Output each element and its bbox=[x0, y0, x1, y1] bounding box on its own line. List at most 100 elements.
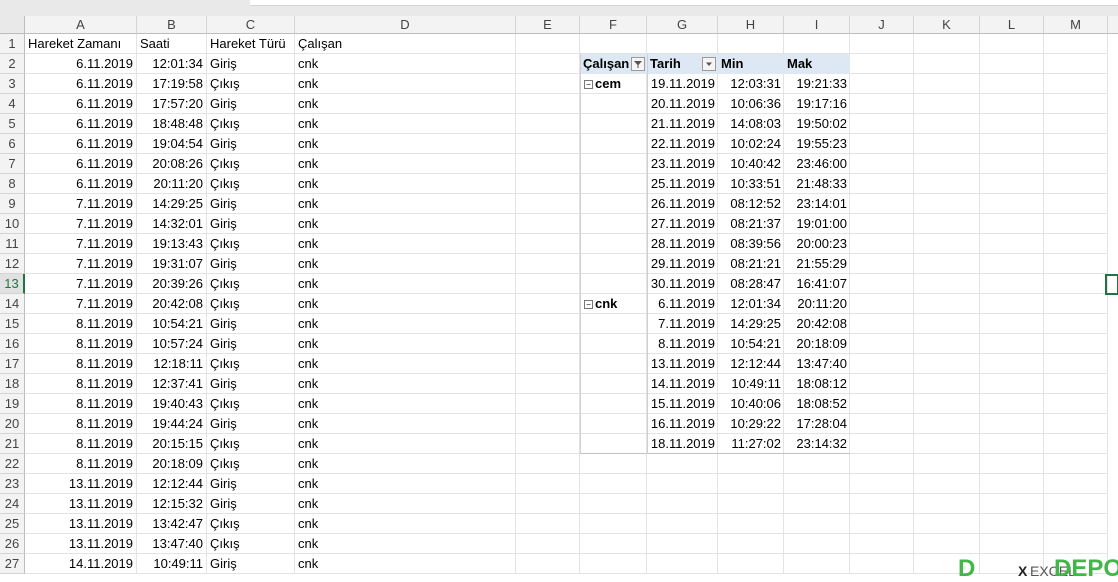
grid-cell[interactable] bbox=[914, 134, 980, 154]
table-cell[interactable]: 19:40:43 bbox=[137, 394, 207, 414]
grid-cell[interactable] bbox=[718, 34, 784, 54]
table-cell[interactable]: 7.11.2019 bbox=[25, 234, 137, 254]
grid-cell[interactable] bbox=[980, 134, 1044, 154]
table-cell[interactable]: 10:49:11 bbox=[137, 554, 207, 574]
table-cell[interactable]: Giriş bbox=[207, 214, 295, 234]
column-header-h[interactable]: H bbox=[718, 16, 784, 34]
grid-cell[interactable] bbox=[980, 314, 1044, 334]
grid-cell[interactable] bbox=[1044, 474, 1108, 494]
table-cell[interactable]: 20:18:09 bbox=[137, 454, 207, 474]
table-cell[interactable]: 13:47:40 bbox=[137, 534, 207, 554]
table-cell[interactable]: cnk bbox=[295, 134, 516, 154]
row-header-23[interactable]: 23 bbox=[0, 474, 25, 494]
table-cell[interactable]: Giriş bbox=[207, 554, 295, 574]
grid-cell[interactable] bbox=[516, 474, 580, 494]
table-cell[interactable]: 19:44:24 bbox=[137, 414, 207, 434]
table-cell[interactable]: 8.11.2019 bbox=[25, 374, 137, 394]
pivot-cell[interactable]: 08:12:52 bbox=[718, 194, 784, 214]
collapse-icon[interactable]: − bbox=[584, 80, 593, 90]
row-header-21[interactable]: 21 bbox=[0, 434, 25, 454]
date-dropdown-icon[interactable] bbox=[702, 57, 716, 71]
grid-cell[interactable] bbox=[516, 554, 580, 574]
grid-cell[interactable] bbox=[1044, 114, 1108, 134]
grid-cell[interactable] bbox=[647, 494, 718, 514]
grid-cell[interactable] bbox=[850, 214, 914, 234]
collapse-icon[interactable]: − bbox=[584, 300, 593, 310]
grid-cell[interactable] bbox=[1044, 214, 1108, 234]
grid-cell[interactable] bbox=[850, 94, 914, 114]
grid-cell[interactable] bbox=[580, 394, 647, 414]
grid-cell[interactable] bbox=[1044, 514, 1108, 534]
grid-cell[interactable] bbox=[914, 534, 980, 554]
grid-cell[interactable] bbox=[1044, 194, 1108, 214]
grid-cell[interactable] bbox=[914, 74, 980, 94]
table-header-cell[interactable]: Çalışan bbox=[295, 34, 516, 54]
row-header-9[interactable]: 9 bbox=[0, 194, 25, 214]
grid-cell[interactable] bbox=[718, 514, 784, 534]
grid-cell[interactable] bbox=[580, 194, 647, 214]
grid-cell[interactable] bbox=[580, 474, 647, 494]
grid-cell[interactable] bbox=[980, 414, 1044, 434]
grid-cell[interactable] bbox=[914, 214, 980, 234]
grid-cell[interactable] bbox=[516, 54, 580, 74]
table-cell[interactable]: Giriş bbox=[207, 254, 295, 274]
grid-cell[interactable] bbox=[718, 474, 784, 494]
pivot-header-min[interactable]: Min bbox=[718, 54, 784, 74]
pivot-cell[interactable]: 16:41:07 bbox=[784, 274, 850, 294]
table-cell[interactable]: Giriş bbox=[207, 194, 295, 214]
pivot-cell[interactable]: 08:21:21 bbox=[718, 254, 784, 274]
row-header-25[interactable]: 25 bbox=[0, 514, 25, 534]
grid-cell[interactable] bbox=[580, 174, 647, 194]
grid-cell[interactable] bbox=[580, 334, 647, 354]
table-cell[interactable]: 13:42:47 bbox=[137, 514, 207, 534]
grid-cell[interactable] bbox=[980, 534, 1044, 554]
table-cell[interactable]: Giriş bbox=[207, 494, 295, 514]
grid-cell[interactable] bbox=[516, 314, 580, 334]
select-all-corner[interactable] bbox=[0, 16, 25, 34]
table-cell[interactable]: 8.11.2019 bbox=[25, 354, 137, 374]
table-cell[interactable]: 20:15:15 bbox=[137, 434, 207, 454]
pivot-cell[interactable]: 19:21:33 bbox=[784, 74, 850, 94]
grid-cell[interactable] bbox=[980, 394, 1044, 414]
grid-cell[interactable] bbox=[980, 334, 1044, 354]
grid-cell[interactable] bbox=[516, 494, 580, 514]
grid-cell[interactable] bbox=[516, 174, 580, 194]
grid-cell[interactable] bbox=[980, 94, 1044, 114]
grid-cell[interactable] bbox=[980, 374, 1044, 394]
grid-cell[interactable] bbox=[516, 354, 580, 374]
grid-cell[interactable] bbox=[580, 234, 647, 254]
grid-cell[interactable] bbox=[647, 34, 718, 54]
grid-cell[interactable] bbox=[1044, 374, 1108, 394]
pivot-cell[interactable]: 14.11.2019 bbox=[647, 374, 718, 394]
grid-cell[interactable] bbox=[516, 154, 580, 174]
grid-cell[interactable] bbox=[980, 74, 1044, 94]
table-cell[interactable]: Giriş bbox=[207, 414, 295, 434]
table-cell[interactable]: cnk bbox=[295, 234, 516, 254]
grid-cell[interactable] bbox=[516, 334, 580, 354]
grid-cell[interactable] bbox=[580, 454, 647, 474]
pivot-cell[interactable]: 11:27:02 bbox=[718, 434, 784, 454]
grid-cell[interactable] bbox=[1044, 394, 1108, 414]
row-header-13[interactable]: 13 bbox=[0, 274, 25, 294]
grid-cell[interactable] bbox=[914, 274, 980, 294]
grid-cell[interactable] bbox=[1044, 34, 1108, 54]
pivot-cell[interactable]: 10:02:24 bbox=[718, 134, 784, 154]
table-cell[interactable]: Çıkış bbox=[207, 114, 295, 134]
column-header-i[interactable]: I bbox=[784, 16, 850, 34]
pivot-cell[interactable]: 26.11.2019 bbox=[647, 194, 718, 214]
pivot-cell[interactable]: 12:12:44 bbox=[718, 354, 784, 374]
grid-cell[interactable] bbox=[1044, 414, 1108, 434]
table-cell[interactable]: Çıkış bbox=[207, 174, 295, 194]
table-cell[interactable]: 20:08:26 bbox=[137, 154, 207, 174]
grid-cell[interactable] bbox=[1044, 234, 1108, 254]
grid-cell[interactable] bbox=[516, 114, 580, 134]
table-cell[interactable]: 7.11.2019 bbox=[25, 214, 137, 234]
pivot-cell[interactable]: 14:08:03 bbox=[718, 114, 784, 134]
table-cell[interactable]: Çıkış bbox=[207, 154, 295, 174]
grid-cell[interactable] bbox=[914, 254, 980, 274]
table-cell[interactable]: 8.11.2019 bbox=[25, 434, 137, 454]
pivot-cell[interactable]: 12:01:34 bbox=[718, 294, 784, 314]
table-cell[interactable]: 7.11.2019 bbox=[25, 274, 137, 294]
grid-cell[interactable] bbox=[850, 354, 914, 374]
grid-cell[interactable] bbox=[980, 294, 1044, 314]
